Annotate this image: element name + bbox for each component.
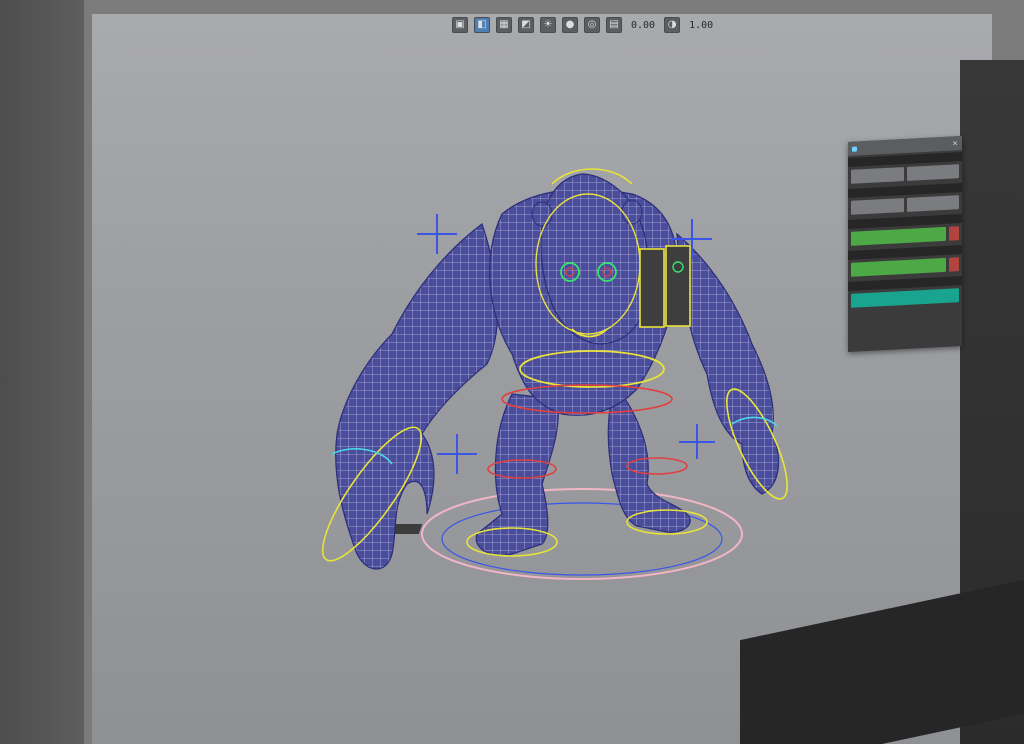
- viewport-toolbar: ▣ ◧ ▦ ◩ ☀ ● ◎ ▤ 0.00 ◑ 1.00: [422, 14, 982, 36]
- panel-button[interactable]: [906, 195, 959, 212]
- cube-icon[interactable]: ▣: [452, 17, 468, 33]
- panel-teal-button[interactable]: [851, 288, 959, 308]
- panel-icon: [852, 146, 857, 152]
- panel-red-button[interactable]: [949, 226, 959, 241]
- grid-icon[interactable]: ▤: [606, 17, 622, 33]
- panel-green-button[interactable]: [851, 226, 946, 246]
- panel-button[interactable]: [851, 198, 904, 215]
- shaded-icon[interactable]: ◧: [474, 17, 490, 33]
- rig-tool-panel[interactable]: ×: [848, 136, 962, 352]
- camera-icon[interactable]: ◎: [584, 17, 600, 33]
- photo-scene: ▣ ◧ ▦ ◩ ☀ ● ◎ ▤ 0.00 ◑ 1.00 ×: [0, 0, 1024, 744]
- face-ui-board-left[interactable]: [639, 248, 665, 328]
- right-ear-mesh: [621, 199, 643, 225]
- panel-button[interactable]: [851, 167, 904, 184]
- panel-red-button[interactable]: [949, 257, 959, 272]
- exposure-value[interactable]: 0.00: [628, 20, 658, 31]
- panel-green-button[interactable]: [851, 257, 946, 277]
- close-icon[interactable]: ×: [952, 139, 958, 147]
- right-arm-mesh: [676, 232, 780, 495]
- gamma-icon[interactable]: ◑: [664, 17, 681, 33]
- sphere-icon[interactable]: ●: [562, 17, 578, 33]
- light-icon[interactable]: ☀: [540, 17, 556, 33]
- left-arm-mesh: [335, 223, 499, 570]
- wireframe-icon[interactable]: ▦: [496, 17, 512, 33]
- panel-button[interactable]: [906, 164, 959, 181]
- face-ui-board-right[interactable]: [665, 245, 691, 327]
- left-ear-mesh: [531, 201, 553, 227]
- gamma-value[interactable]: 1.00: [686, 20, 716, 31]
- texture-icon[interactable]: ◩: [518, 17, 534, 33]
